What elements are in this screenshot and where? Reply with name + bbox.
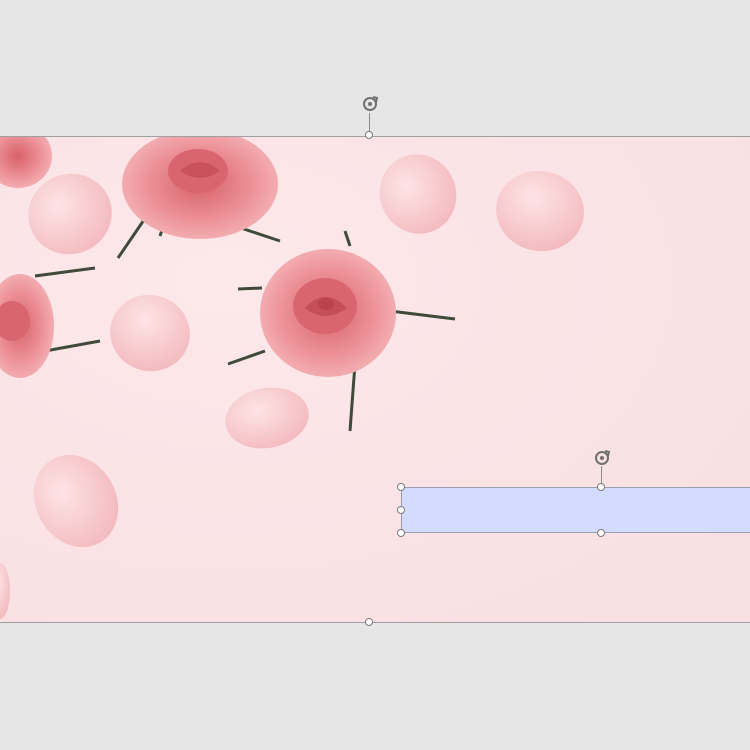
rotate-icon[interactable]: [360, 94, 380, 114]
rose: [260, 249, 396, 377]
textbox-handle-bottom[interactable]: [597, 529, 605, 537]
resize-handle-top[interactable]: [365, 131, 373, 139]
textbox-handle-left[interactable]: [397, 506, 405, 514]
editor-canvas[interactable]: [0, 0, 750, 750]
rose-background-image[interactable]: [0, 136, 750, 623]
text-box[interactable]: [401, 487, 750, 533]
textbox-handle-top-left[interactable]: [397, 483, 405, 491]
textbox-handle-bottom-left[interactable]: [397, 529, 405, 537]
textbox-handle-top[interactable]: [597, 483, 605, 491]
slide[interactable]: [0, 136, 750, 623]
rotate-icon[interactable]: [592, 448, 612, 468]
resize-handle-bottom[interactable]: [365, 618, 373, 626]
